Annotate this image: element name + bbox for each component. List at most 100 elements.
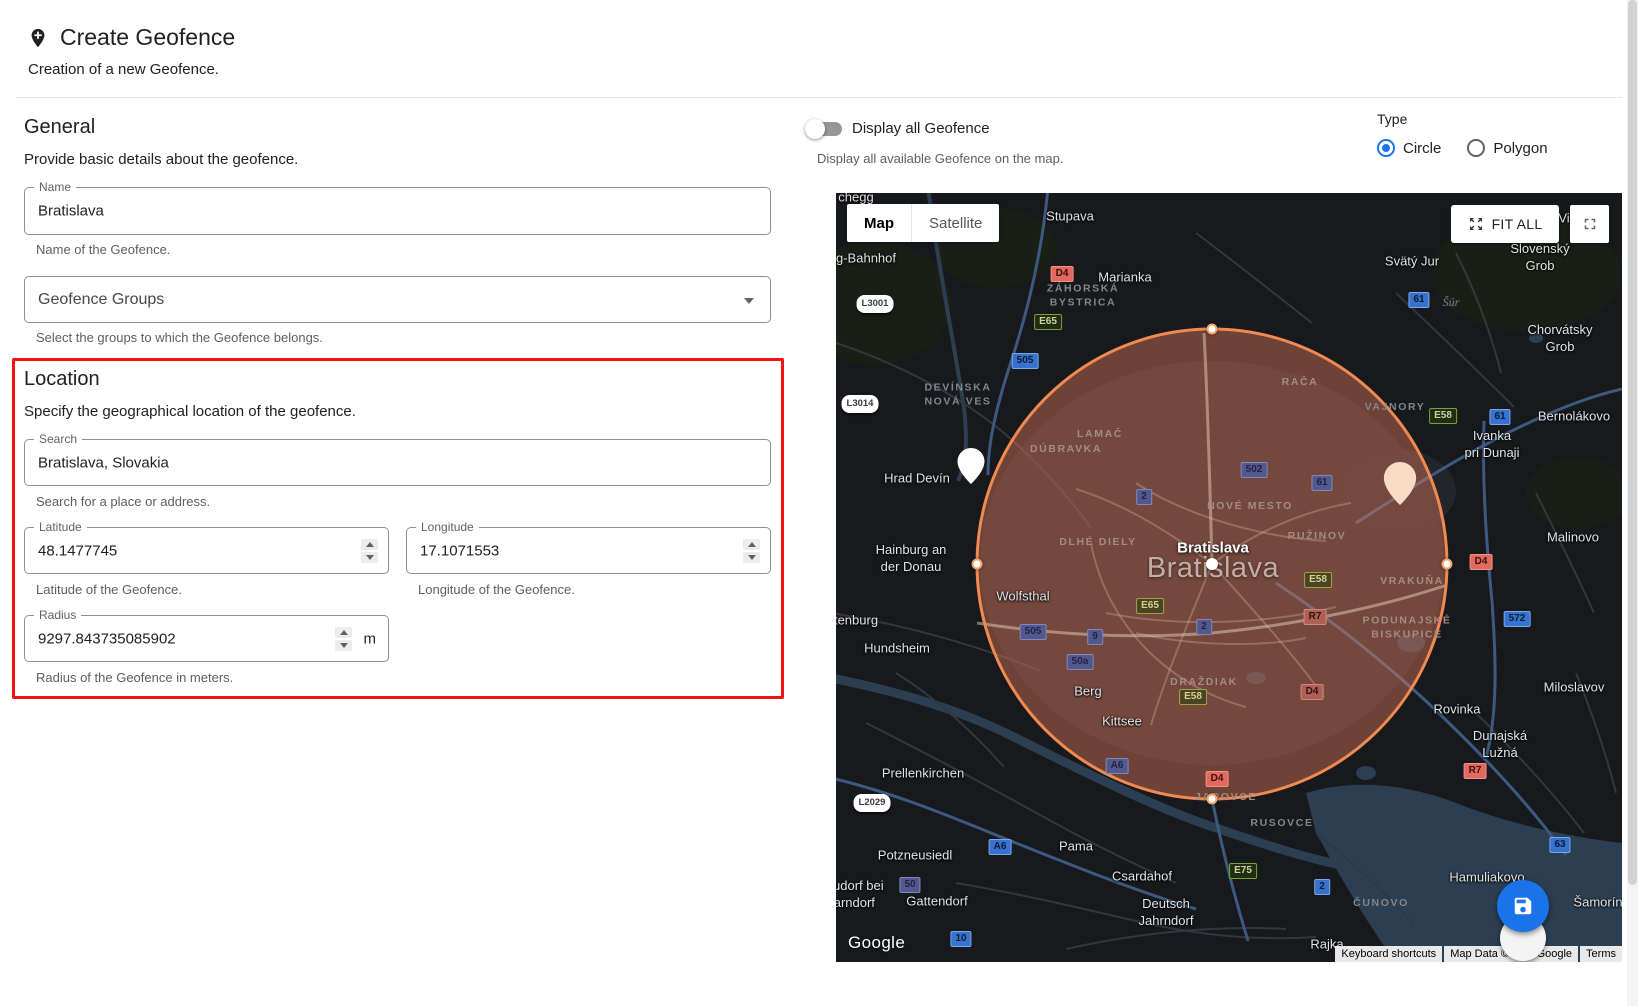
fit-all-label: FIT ALL	[1492, 216, 1543, 232]
circle-handle-south[interactable]	[1207, 794, 1218, 805]
road-badge: L3001	[857, 295, 894, 313]
radius-field[interactable]: Radius 9297.843735085902 m	[24, 615, 389, 662]
map-label: Šúr	[1443, 295, 1460, 311]
map-canvas[interactable]: cheggStupavag-BahnhofViSvätý JurSlovensk…	[836, 193, 1622, 962]
map-label: Potzneusiedl	[878, 848, 952, 865]
road-badge: L2029	[854, 794, 891, 812]
map-label: Svätý Jur	[1385, 254, 1439, 271]
radio-polygon-label: Polygon	[1493, 140, 1547, 157]
road-badge: 50	[899, 877, 920, 893]
fullscreen-icon	[1581, 215, 1599, 233]
map-label: ZÁHORSKÁ BYSTRICA	[1047, 282, 1119, 309]
general-description: Provide basic details about the geofence…	[24, 151, 298, 168]
general-heading: General	[24, 116, 95, 139]
name-field-hint: Name of the Geofence.	[36, 242, 170, 257]
name-field[interactable]: Name Bratislava	[24, 187, 771, 235]
road-badge: 9	[1087, 629, 1103, 645]
map-type-map-button[interactable]: Map	[847, 204, 912, 242]
type-group-label: Type	[1377, 111, 1407, 127]
map-label: RUSOVCE	[1250, 817, 1313, 831]
stepper-down-icon[interactable]	[743, 552, 760, 563]
page-title: Create Geofence	[60, 24, 235, 51]
map-attribution: Keyboard shortcuts Map Data ©2026 Google…	[1335, 946, 1622, 962]
circle-handle-west[interactable]	[972, 559, 983, 570]
scrollbar-thumb[interactable]	[1628, 0, 1637, 885]
map-label: Pama	[1059, 839, 1093, 856]
toggle-thumb	[805, 119, 825, 139]
longitude-field-value: 17.1071553	[420, 542, 499, 559]
map-label: Malinovo	[1547, 530, 1599, 547]
circle-handle-north[interactable]	[1207, 324, 1218, 335]
add-location-pin-icon	[27, 25, 49, 56]
circle-handle-east[interactable]	[1442, 559, 1453, 570]
road-badge: 50a	[1067, 654, 1094, 670]
map-label: DEVÍNSKA NOVÁ VES	[924, 381, 991, 408]
display-all-geofence-toggle[interactable]	[805, 119, 845, 139]
road-badge: D4	[1051, 266, 1074, 282]
map-label: Šamorín	[1573, 895, 1622, 912]
longitude-field[interactable]: Longitude 17.1071553	[406, 527, 771, 574]
latitude-stepper[interactable]	[361, 539, 378, 563]
stepper-up-icon[interactable]	[335, 627, 352, 638]
road-badge: E58	[1304, 572, 1332, 588]
save-geofence-fab[interactable]	[1497, 880, 1549, 932]
type-radio-group: Circle Polygon	[1377, 139, 1548, 157]
vertical-scrollbar[interactable]	[1627, 0, 1638, 1006]
map-type-satellite-button[interactable]: Satellite	[912, 204, 999, 242]
fit-all-button[interactable]: FIT ALL	[1451, 205, 1559, 243]
map-label: Miloslavov	[1544, 680, 1605, 697]
map-label: Stupava	[1046, 209, 1094, 226]
poi-marker[interactable]	[958, 448, 985, 489]
road-badge: R7	[1304, 609, 1327, 625]
google-logo: Google	[848, 933, 905, 953]
map-label: Hrad Devín	[884, 471, 950, 488]
map-label: Csardahof	[1112, 869, 1172, 886]
map-label: Bernolákovo	[1538, 409, 1610, 426]
longitude-stepper[interactable]	[743, 539, 760, 563]
map-label: Rovinka	[1434, 702, 1481, 719]
stepper-up-icon[interactable]	[361, 539, 378, 550]
stepper-up-icon[interactable]	[743, 539, 760, 550]
map-label: Prellenkirchen	[882, 766, 964, 783]
radio-polygon[interactable]	[1467, 139, 1485, 157]
radius-field-label: Radius	[34, 608, 81, 622]
geofence-groups-select[interactable]: Geofence Groups	[24, 276, 771, 323]
map-label: JAROVCE	[1195, 791, 1257, 805]
search-input[interactable]: Search Bratislava, Slovakia	[24, 439, 771, 486]
radius-unit-label: m	[364, 630, 377, 647]
stepper-down-icon[interactable]	[361, 552, 378, 563]
name-field-value: Bratislava	[38, 203, 104, 220]
map-label: Ivanka pri Dunaji	[1465, 428, 1520, 462]
road-badge: 502	[1241, 462, 1268, 478]
map-label: Hundsheim	[864, 641, 930, 658]
road-badge: D4	[1470, 554, 1493, 570]
radius-stepper[interactable]	[335, 627, 352, 651]
road-badge: 61	[1311, 475, 1332, 491]
map-label: NOVÉ MESTO	[1207, 500, 1293, 514]
road-badge: D4	[1206, 771, 1229, 787]
header-divider	[16, 97, 1622, 98]
map-label: Gattendorf	[906, 894, 967, 911]
radius-field-hint: Radius of the Geofence in meters.	[36, 670, 233, 685]
circle-handle-center[interactable]	[1206, 558, 1218, 570]
keyboard-shortcuts-link[interactable]: Keyboard shortcuts	[1335, 946, 1442, 962]
map-label: Chorvátsky Grob	[1527, 322, 1592, 356]
road-badge: 2	[1314, 879, 1330, 895]
location-section-highlight: Location Specify the geographical locati…	[12, 358, 784, 699]
fullscreen-button[interactable]	[1570, 205, 1609, 243]
road-badge: 505	[1012, 353, 1039, 369]
road-badge: E65	[1136, 598, 1164, 614]
search-field-value: Bratislava, Slovakia	[38, 454, 169, 471]
place-marker[interactable]	[1384, 462, 1417, 510]
location-description: Specify the geographical location of the…	[24, 403, 356, 420]
stepper-down-icon[interactable]	[335, 640, 352, 651]
road-badge: 10	[950, 931, 971, 947]
map-label: VAJNORY	[1365, 401, 1426, 415]
terms-link[interactable]: Terms	[1580, 946, 1622, 962]
road-badge: 505	[1020, 624, 1047, 640]
map-label: DÚBRAVKA	[1030, 443, 1102, 457]
radio-circle[interactable]	[1377, 139, 1395, 157]
latitude-field-hint: Latitude of the Geofence.	[36, 582, 182, 597]
latitude-field[interactable]: Latitude 48.1477745	[24, 527, 389, 574]
page-subtitle: Creation of a new Geofence.	[28, 61, 219, 78]
